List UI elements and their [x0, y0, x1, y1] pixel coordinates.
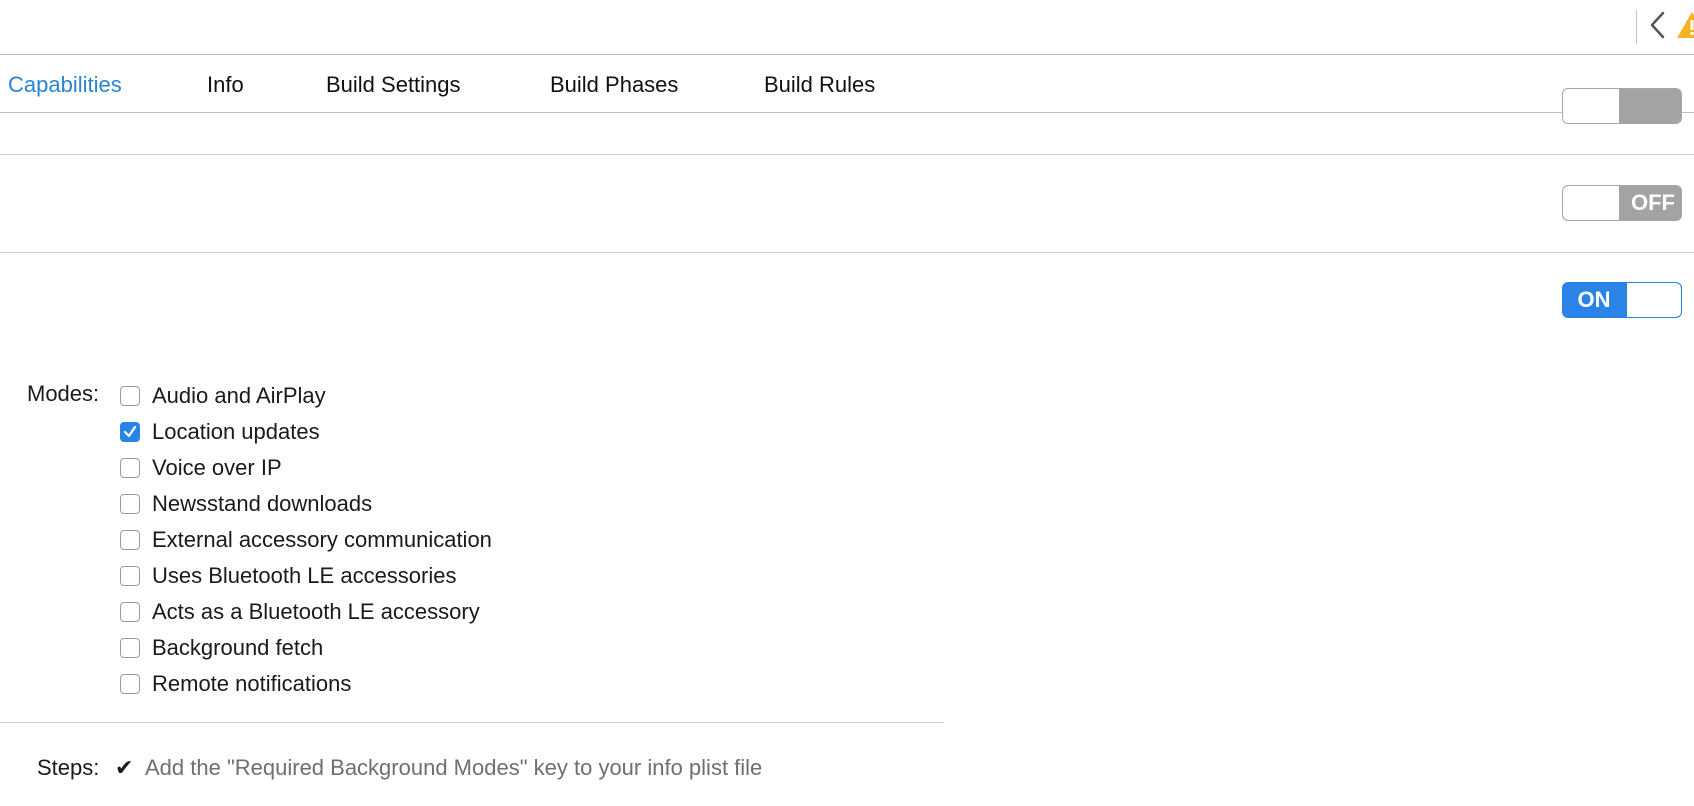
- section-divider: [0, 154, 1694, 155]
- checkmark-icon: ✔: [115, 755, 134, 780]
- step-description: Add the "Required Background Modes" key …: [145, 755, 763, 780]
- mode-label: Background fetch: [152, 635, 324, 660]
- checkbox[interactable]: [120, 422, 140, 442]
- background-modes-list: Audio and AirPlay Location updates Voice…: [120, 378, 492, 702]
- checkbox[interactable]: [120, 602, 140, 622]
- tab-info[interactable]: Info: [207, 72, 244, 98]
- modes-label: Modes:: [27, 381, 100, 406]
- capability-toggle-off[interactable]: OFF: [1562, 185, 1682, 221]
- checkbox[interactable]: [120, 530, 140, 550]
- background-modes-toggle[interactable]: ON: [1562, 282, 1682, 318]
- checkbox[interactable]: [120, 494, 140, 514]
- checkbox[interactable]: [120, 566, 140, 586]
- mode-label: Acts as a Bluetooth LE accessory: [152, 599, 480, 624]
- capability-toggle-partial[interactable]: [1562, 88, 1682, 124]
- toggle-knob: [1627, 283, 1681, 317]
- steps-label: Steps:: [37, 755, 100, 780]
- checkmark-icon: [123, 425, 137, 438]
- mode-label: External accessory communication: [152, 527, 492, 552]
- checkbox[interactable]: [120, 674, 140, 694]
- mode-voice-over-ip[interactable]: Voice over IP: [120, 450, 492, 486]
- top-toolbar: [0, 0, 1694, 55]
- mode-audio-airplay[interactable]: Audio and AirPlay: [120, 378, 492, 414]
- toggle-off-track: [1619, 89, 1681, 123]
- tab-capabilities[interactable]: Capabilities: [8, 72, 122, 98]
- mode-bluetooth-le-accessory[interactable]: Acts as a Bluetooth LE accessory: [120, 594, 492, 630]
- warning-triangle-icon[interactable]: [1675, 10, 1694, 40]
- mode-external-accessory[interactable]: External accessory communication: [120, 522, 492, 558]
- section-divider: [0, 722, 944, 723]
- tab-build-phases[interactable]: Build Phases: [550, 72, 678, 98]
- mode-label: Location updates: [152, 419, 320, 444]
- checkbox[interactable]: [120, 386, 140, 406]
- toggle-knob: [1563, 186, 1620, 220]
- checkbox[interactable]: [120, 458, 140, 478]
- mode-background-fetch[interactable]: Background fetch: [120, 630, 492, 666]
- chevron-left-icon[interactable]: [1645, 7, 1671, 43]
- toggle-off-label: OFF: [1631, 190, 1675, 215]
- checkbox[interactable]: [120, 638, 140, 658]
- section-divider: [0, 252, 1694, 253]
- toolbar-separator: [1636, 10, 1637, 44]
- mode-newsstand-downloads[interactable]: Newsstand downloads: [120, 486, 492, 522]
- editor-tab-bar: Capabilities Info Build Settings Build P…: [0, 55, 1694, 113]
- mode-label: Newsstand downloads: [152, 491, 373, 516]
- mode-label: Uses Bluetooth LE accessories: [152, 563, 457, 588]
- tab-build-settings[interactable]: Build Settings: [326, 72, 461, 98]
- mode-remote-notifications[interactable]: Remote notifications: [120, 666, 492, 702]
- toggle-on-label: ON: [1577, 287, 1611, 312]
- mode-label: Audio and AirPlay: [152, 383, 326, 408]
- mode-label: Voice over IP: [152, 455, 282, 480]
- tab-build-rules[interactable]: Build Rules: [764, 72, 875, 98]
- mode-label: Remote notifications: [152, 671, 352, 696]
- mode-bluetooth-le-accessories[interactable]: Uses Bluetooth LE accessories: [120, 558, 492, 594]
- mode-location-updates[interactable]: Location updates: [120, 414, 492, 450]
